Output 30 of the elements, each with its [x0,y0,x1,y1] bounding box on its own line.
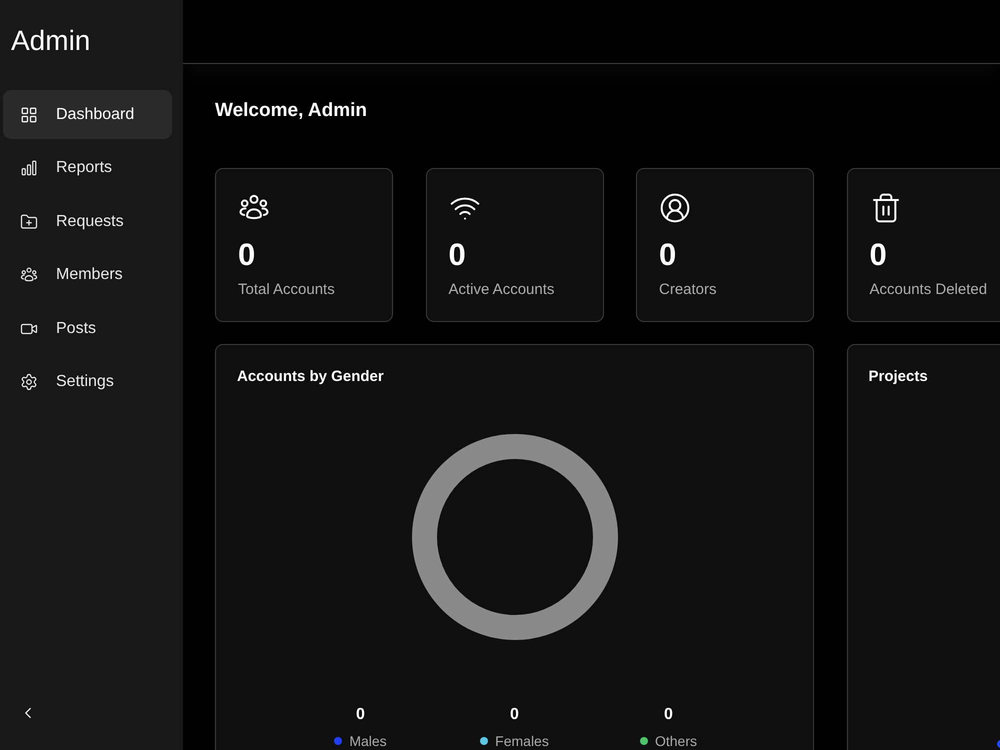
stat-value: 0 [448,238,467,272]
folder-plus-icon [20,212,38,231]
grid-icon [20,106,38,124]
legend-label: Others [654,732,697,750]
user-circle-icon [659,192,691,224]
sidebar-item[interactable]: Settings [3,358,172,407]
stat-value: 0 [659,238,678,272]
sidebar-title: Admin [10,24,92,58]
settings-icon [20,373,38,392]
stat-label: Creators [659,280,718,300]
bar-chart-icon [20,159,38,178]
legend-value: 0 [356,705,365,725]
legend-label: Females [495,732,549,750]
sidebar-item[interactable]: Dashboard [3,90,172,139]
stat-value: 0 [870,238,888,272]
sidebar-item[interactable]: Posts [3,304,172,354]
people-icon [20,266,38,284]
legend-value: 0 [664,705,673,725]
legend-value: 0 [510,705,519,725]
stat-label: Total Accounts [238,280,336,300]
stat-value: 0 [238,238,256,272]
card-title: Accounts by Gender [236,367,385,387]
sidebar-item[interactable]: Members [3,250,172,300]
stat-label: Accounts Deleted [870,280,988,300]
stat-label: Active Accounts [448,280,556,300]
welcome-heading: Welcome, Admin [215,99,368,123]
legend-label: Males [349,732,387,750]
sidebar-item[interactable]: Requests [3,197,172,246]
sidebar-item[interactable]: Reports [3,144,172,193]
card-title: Projects [868,367,929,387]
